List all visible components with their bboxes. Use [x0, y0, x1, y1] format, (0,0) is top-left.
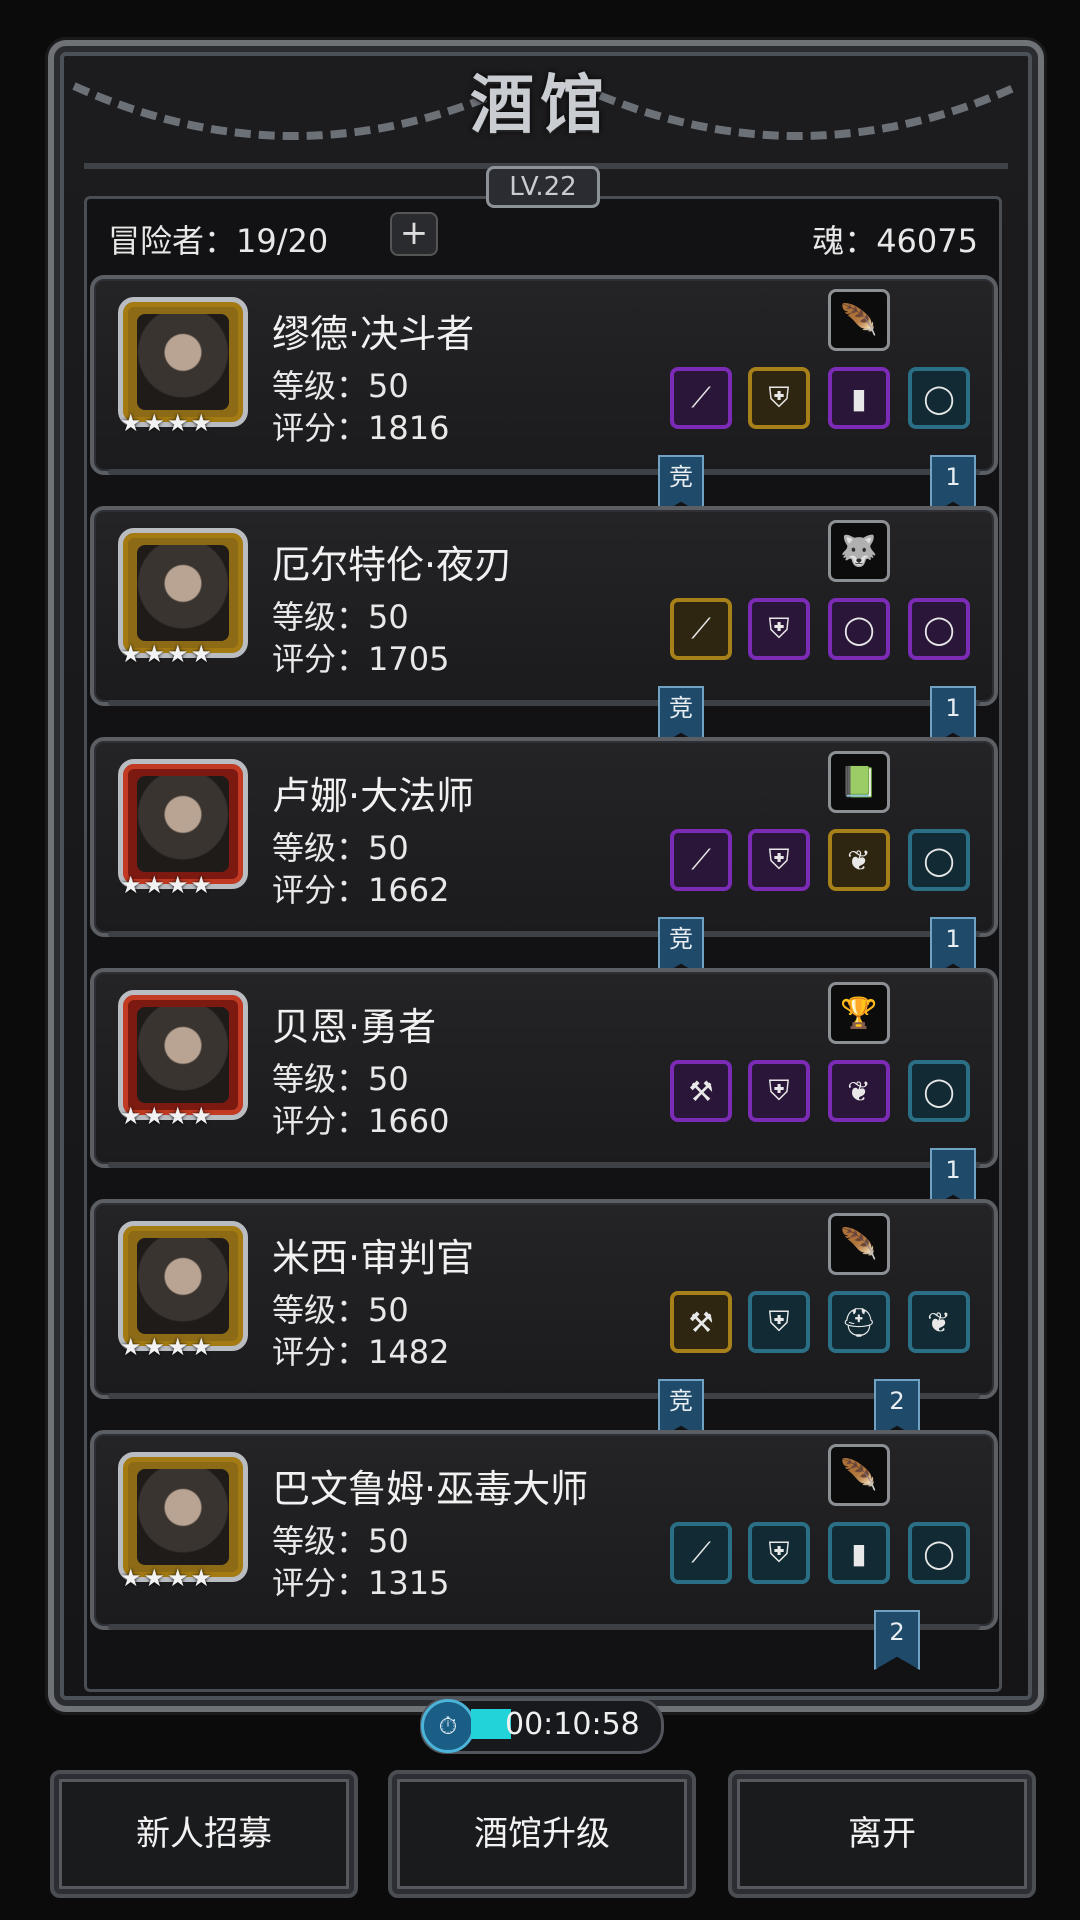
top-bar: 冒险者：19/20 + 魂：46075 [108, 212, 978, 260]
star-rating: ★★★★ [120, 409, 215, 437]
armor-icon[interactable]: ⛨ [748, 829, 810, 891]
ring-icon[interactable]: ◯ [908, 598, 970, 660]
star-rating: ★★★★ [120, 1564, 215, 1592]
hero-face [137, 1469, 229, 1565]
star-rating: ★★★★ [120, 871, 215, 899]
armor-icon[interactable]: ⛨ [748, 598, 810, 660]
spear-icon[interactable]: ⟋ [670, 598, 732, 660]
hero-face [137, 314, 229, 410]
hero-score: 评分：1816 [272, 409, 450, 447]
hero-level: 等级：50 [272, 1060, 409, 1098]
hero-score: 评分：1705 [272, 640, 450, 678]
armor-icon[interactable]: ⛨ [748, 367, 810, 429]
hero-card[interactable]: ★★★★ 缪德·决斗者 等级：50 评分：1816 🪶 ⟋ ⛨ ▮ ◯ 竞 1 [90, 275, 998, 515]
hero-score: 评分：1662 [272, 871, 450, 909]
card-divider [108, 1624, 980, 1630]
staff-icon[interactable]: ⟋ [670, 829, 732, 891]
card-divider [108, 1393, 980, 1399]
leave-button[interactable]: 离开 [728, 1770, 1036, 1898]
hero-portrait[interactable] [118, 528, 248, 658]
hero-score: 评分：1482 [272, 1333, 450, 1371]
hero-portrait[interactable] [118, 759, 248, 889]
hero-card[interactable]: ★★★★ 贝恩·勇者 等级：50 评分：1660 🏆 ⚒ ⛨ ❦ ◯ 1 [90, 968, 998, 1208]
armor-icon[interactable]: ⛨ [748, 1060, 810, 1122]
trophy-icon[interactable]: 🏆 [828, 982, 890, 1044]
hero-card[interactable]: ★★★★ 卢娜·大法师 等级：50 评分：1662 📗 ⟋ ⛨ ❦ ◯ 竞 1 [90, 737, 998, 977]
necklace-icon[interactable]: ❦ [908, 1291, 970, 1353]
recruit-button[interactable]: 新人招募 [50, 1770, 358, 1898]
armor-icon[interactable]: ⛨ [748, 1291, 810, 1353]
hero-face [137, 1007, 229, 1103]
timer: ⏱ 00:10:58 [420, 1698, 664, 1754]
hero-face [137, 1238, 229, 1334]
hammer-icon[interactable]: ⚒ [670, 1291, 732, 1353]
wood-shield-icon[interactable]: ▮ [828, 367, 890, 429]
hero-portrait[interactable] [118, 1221, 248, 1351]
add-adventurer-button[interactable]: + [390, 212, 438, 256]
wood-shield-icon[interactable]: ▮ [828, 1522, 890, 1584]
spear-icon[interactable]: ⟋ [670, 367, 732, 429]
hero-level: 等级：50 [272, 598, 409, 636]
hero-level: 等级：50 [272, 367, 409, 405]
clock-icon: ⏱ [421, 1699, 475, 1753]
hero-score: 评分：1315 [272, 1564, 450, 1602]
hero-face [137, 776, 229, 872]
hero-level: 等级：50 [272, 1522, 409, 1560]
hero-score: 评分：1660 [272, 1102, 450, 1140]
hero-portrait[interactable] [118, 990, 248, 1120]
star-rating: ★★★★ [120, 1102, 215, 1130]
page-title: 酒馆 [470, 68, 610, 143]
star-rating: ★★★★ [120, 1333, 215, 1361]
hero-card[interactable]: ★★★★ 厄尔特伦·夜刃 等级：50 评分：1705 🐺 ⟋ ⛨ ◯ ◯ 竞 1 [90, 506, 998, 746]
timer-value: 00:10:58 [505, 1707, 640, 1742]
adventurer-count: 冒险者：19/20 [108, 222, 329, 260]
green-scroll-icon[interactable]: 📗 [828, 751, 890, 813]
ring-icon[interactable]: ◯ [908, 367, 970, 429]
helmet-icon[interactable]: ⛑ [828, 1291, 890, 1353]
hero-name: 卢娜·大法师 [272, 774, 475, 818]
hero-portrait[interactable] [118, 297, 248, 427]
ring-icon[interactable]: ◯ [908, 1060, 970, 1122]
ring-icon[interactable]: ◯ [908, 829, 970, 891]
card-divider [108, 700, 980, 706]
hero-card[interactable]: ★★★★ 巴文鲁姆·巫毒大师 等级：50 评分：1315 🪶 ⟋ ⛨ ▮ ◯ 2 [90, 1430, 998, 1670]
hero-portrait[interactable] [118, 1452, 248, 1582]
hero-face [137, 545, 229, 641]
wolf-icon[interactable]: 🐺 [828, 520, 890, 582]
ring-icon[interactable]: ◯ [828, 598, 890, 660]
hero-name: 厄尔特伦·夜刃 [272, 543, 513, 587]
card-divider [108, 931, 980, 937]
soul-currency: 魂：46075 [812, 222, 978, 260]
feather-icon[interactable]: 🪶 [828, 289, 890, 351]
feather-icon[interactable]: 🪶 [828, 1213, 890, 1275]
feather-icon[interactable]: 🪶 [828, 1444, 890, 1506]
necklace-icon[interactable]: ❦ [828, 1060, 890, 1122]
tavern-level-badge: LV.22 [486, 166, 600, 208]
star-rating: ★★★★ [120, 640, 215, 668]
hero-level: 等级：50 [272, 1291, 409, 1329]
hero-level: 等级：50 [272, 829, 409, 867]
hero-card[interactable]: ★★★★ 米西·审判官 等级：50 评分：1482 🪶 ⚒ ⛨ ⛑ ❦ 竞 2 [90, 1199, 998, 1439]
hero-name: 米西·审判官 [272, 1236, 475, 1280]
card-divider [108, 469, 980, 475]
axe-icon[interactable]: ⚒ [670, 1060, 732, 1122]
armor-icon[interactable]: ⛨ [748, 1522, 810, 1584]
necklace-icon[interactable]: ❦ [828, 829, 890, 891]
staff-icon[interactable]: ⟋ [670, 1522, 732, 1584]
hero-name: 巴文鲁姆·巫毒大师 [272, 1467, 589, 1511]
ring-icon[interactable]: ◯ [908, 1522, 970, 1584]
hero-name: 缪德·决斗者 [272, 312, 475, 356]
card-divider [108, 1162, 980, 1168]
hero-name: 贝恩·勇者 [272, 1005, 437, 1049]
title-plate: 酒馆 [404, 40, 676, 160]
upgrade-tavern-button[interactable]: 酒馆升级 [388, 1770, 696, 1898]
